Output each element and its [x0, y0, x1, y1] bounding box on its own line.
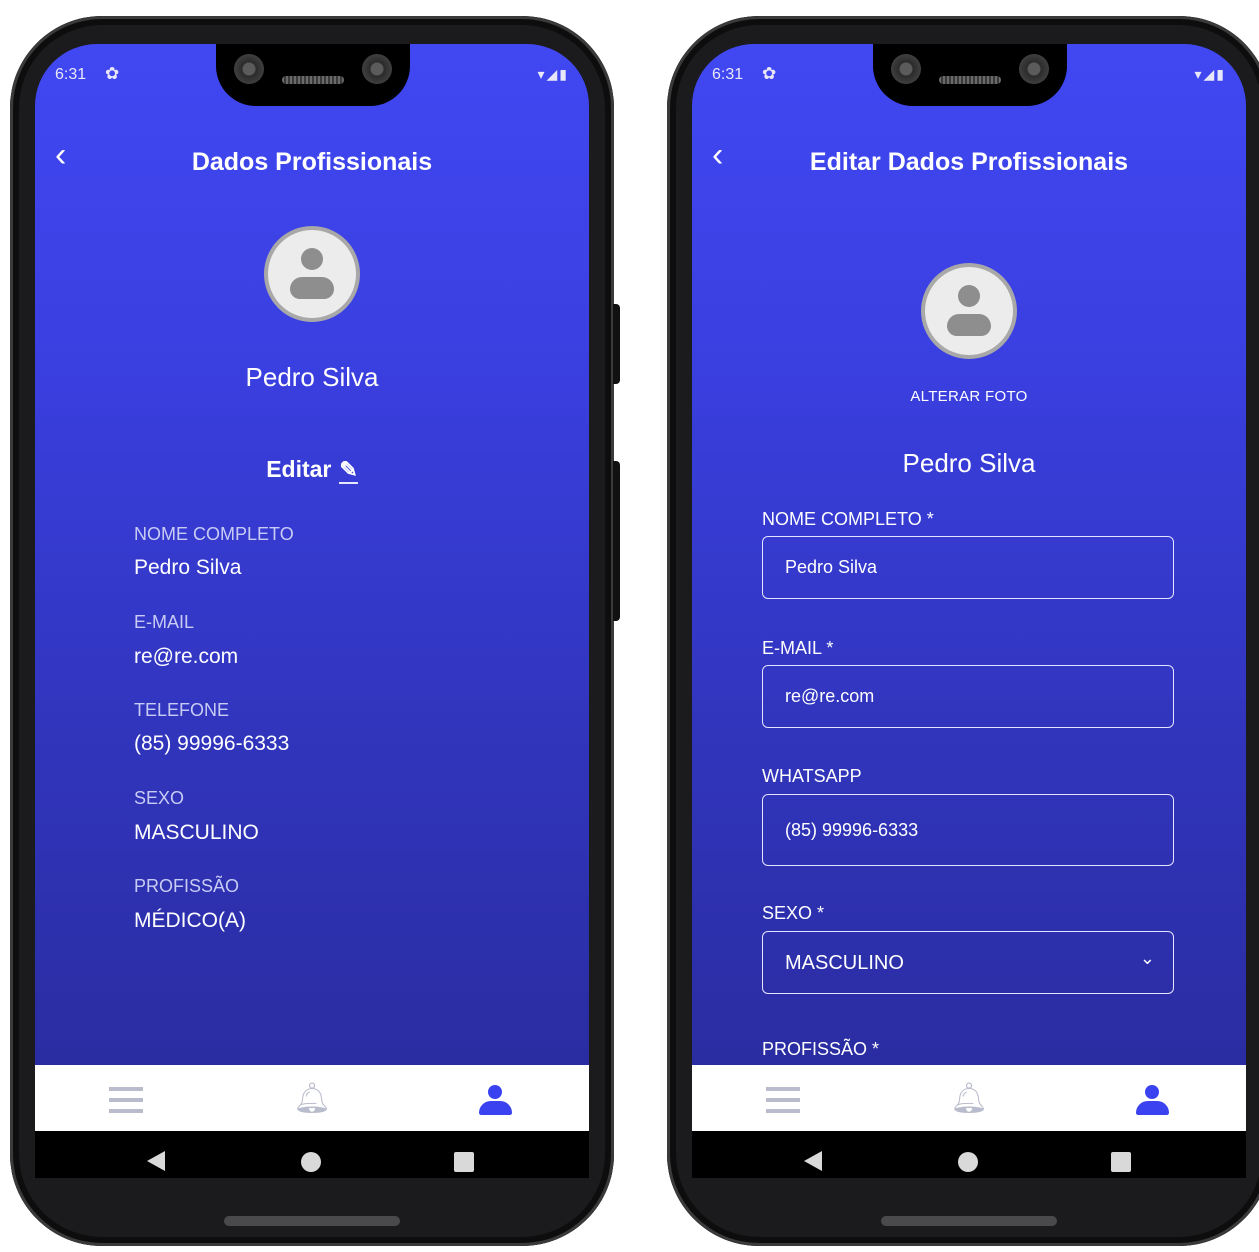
tab-menu[interactable]: [96, 1079, 156, 1119]
label-whatsapp: WHATSAPP: [762, 766, 862, 786]
front-camera-icon: [234, 54, 264, 84]
phone-frame-edit: 6:31 ✿ ▾◢▮ ‹ Editar Dados Profissionais …: [667, 16, 1259, 1246]
signal-battery-icon: ▾◢▮: [1194, 66, 1226, 82]
signal-battery-icon: ▾◢▮: [537, 66, 569, 82]
avatar[interactable]: [921, 263, 1017, 359]
field-value-telefone: (85) 99996-6333: [134, 732, 290, 755]
label-profissao: PROFISSÃO *: [762, 1039, 880, 1059]
label-nome: NOME COMPLETO *: [762, 509, 934, 529]
user-icon: [1145, 1085, 1159, 1099]
status-time: 6:31: [712, 66, 744, 83]
recents-square-icon[interactable]: [1111, 1152, 1131, 1172]
camera-notch: [216, 44, 410, 106]
edit-label: Editar: [266, 456, 332, 482]
bottom-tab-bar: 🔔︎: [35, 1065, 589, 1131]
android-nav-bar: [692, 1131, 1246, 1178]
volume-button: [613, 461, 620, 621]
tab-menu[interactable]: [753, 1079, 813, 1119]
avatar-body: [947, 314, 991, 336]
front-camera-icon: [1019, 54, 1049, 84]
field-value-profissao: MÉDICO(A): [134, 909, 246, 932]
status-time: 6:31: [55, 66, 87, 83]
profile-name: Pedro Silva: [245, 362, 379, 392]
tab-profile[interactable]: [1123, 1079, 1183, 1119]
screen-view-profile: 6:31 ✿ ▾◢▮ ‹ Dados Profissionais Pedro S…: [35, 44, 589, 1178]
phone-frame-view: 6:31 ✿ ▾◢▮ ‹ Dados Profissionais Pedro S…: [10, 16, 620, 1246]
menu-icon: [109, 1087, 143, 1113]
camera-notch: [873, 44, 1067, 106]
home-circle-icon[interactable]: [301, 1152, 321, 1172]
front-camera-icon: [362, 54, 392, 84]
field-label-profissao: PROFISSÃO: [134, 876, 240, 896]
label-email: E-MAIL *: [762, 638, 834, 658]
bell-icon: 🔔︎: [949, 1082, 989, 1115]
screen-edit-profile: 6:31 ✿ ▾◢▮ ‹ Editar Dados Profissionais …: [692, 44, 1246, 1178]
earpiece-speaker: [939, 76, 1001, 84]
bell-icon: 🔔︎: [292, 1082, 332, 1115]
user-icon: [488, 1085, 502, 1099]
nome-input[interactable]: [762, 536, 1174, 599]
field-label-nome: NOME COMPLETO: [134, 524, 294, 544]
avatar: [264, 226, 360, 322]
edit-button[interactable]: Editar ✎: [35, 456, 589, 484]
avatar-head: [958, 285, 980, 307]
sexo-selected-value: MASCULINO: [785, 952, 904, 974]
bottom-tab-bar: 🔔︎: [692, 1065, 1246, 1131]
back-triangle-icon[interactable]: [804, 1151, 822, 1171]
home-circle-icon[interactable]: [958, 1152, 978, 1172]
whatsapp-input[interactable]: [762, 794, 1174, 866]
field-value-email: re@re.com: [134, 645, 239, 668]
phone-chin-speaker: [224, 1216, 400, 1226]
tab-notifications[interactable]: 🔔︎: [282, 1079, 342, 1119]
avatar-head: [301, 248, 323, 270]
field-value-nome: Pedro Silva: [134, 556, 242, 579]
gear-icon: ✿: [105, 64, 120, 83]
tab-notifications[interactable]: 🔔︎: [939, 1079, 999, 1119]
tab-profile[interactable]: [466, 1079, 526, 1119]
profile-name: Pedro Silva: [902, 448, 1036, 478]
email-input[interactable]: [762, 665, 1174, 728]
avatar-body: [290, 277, 334, 299]
sexo-select[interactable]: MASCULINO ⌄: [762, 931, 1174, 994]
recents-square-icon[interactable]: [454, 1152, 474, 1172]
chevron-down-icon: ⌄: [1139, 948, 1155, 968]
android-nav-bar: [35, 1131, 589, 1178]
field-label-sexo: SEXO: [134, 788, 185, 808]
front-camera-icon: [891, 54, 921, 84]
page-title: Editar Dados Profissionais: [809, 148, 1129, 176]
label-sexo: SEXO *: [762, 903, 825, 923]
menu-icon: [766, 1087, 800, 1113]
change-photo-button[interactable]: ALTERAR FOTO: [692, 388, 1246, 405]
power-button: [613, 304, 620, 384]
pencil-icon: ✎: [339, 457, 358, 484]
phone-chin-speaker: [881, 1216, 1057, 1226]
page-title: Dados Profissionais: [191, 148, 433, 176]
back-triangle-icon[interactable]: [147, 1151, 165, 1171]
field-label-email: E-MAIL: [134, 612, 195, 632]
field-value-sexo: MASCULINO: [134, 821, 259, 844]
gear-icon: ✿: [762, 64, 777, 83]
field-label-telefone: TELEFONE: [134, 700, 230, 720]
earpiece-speaker: [282, 76, 344, 84]
